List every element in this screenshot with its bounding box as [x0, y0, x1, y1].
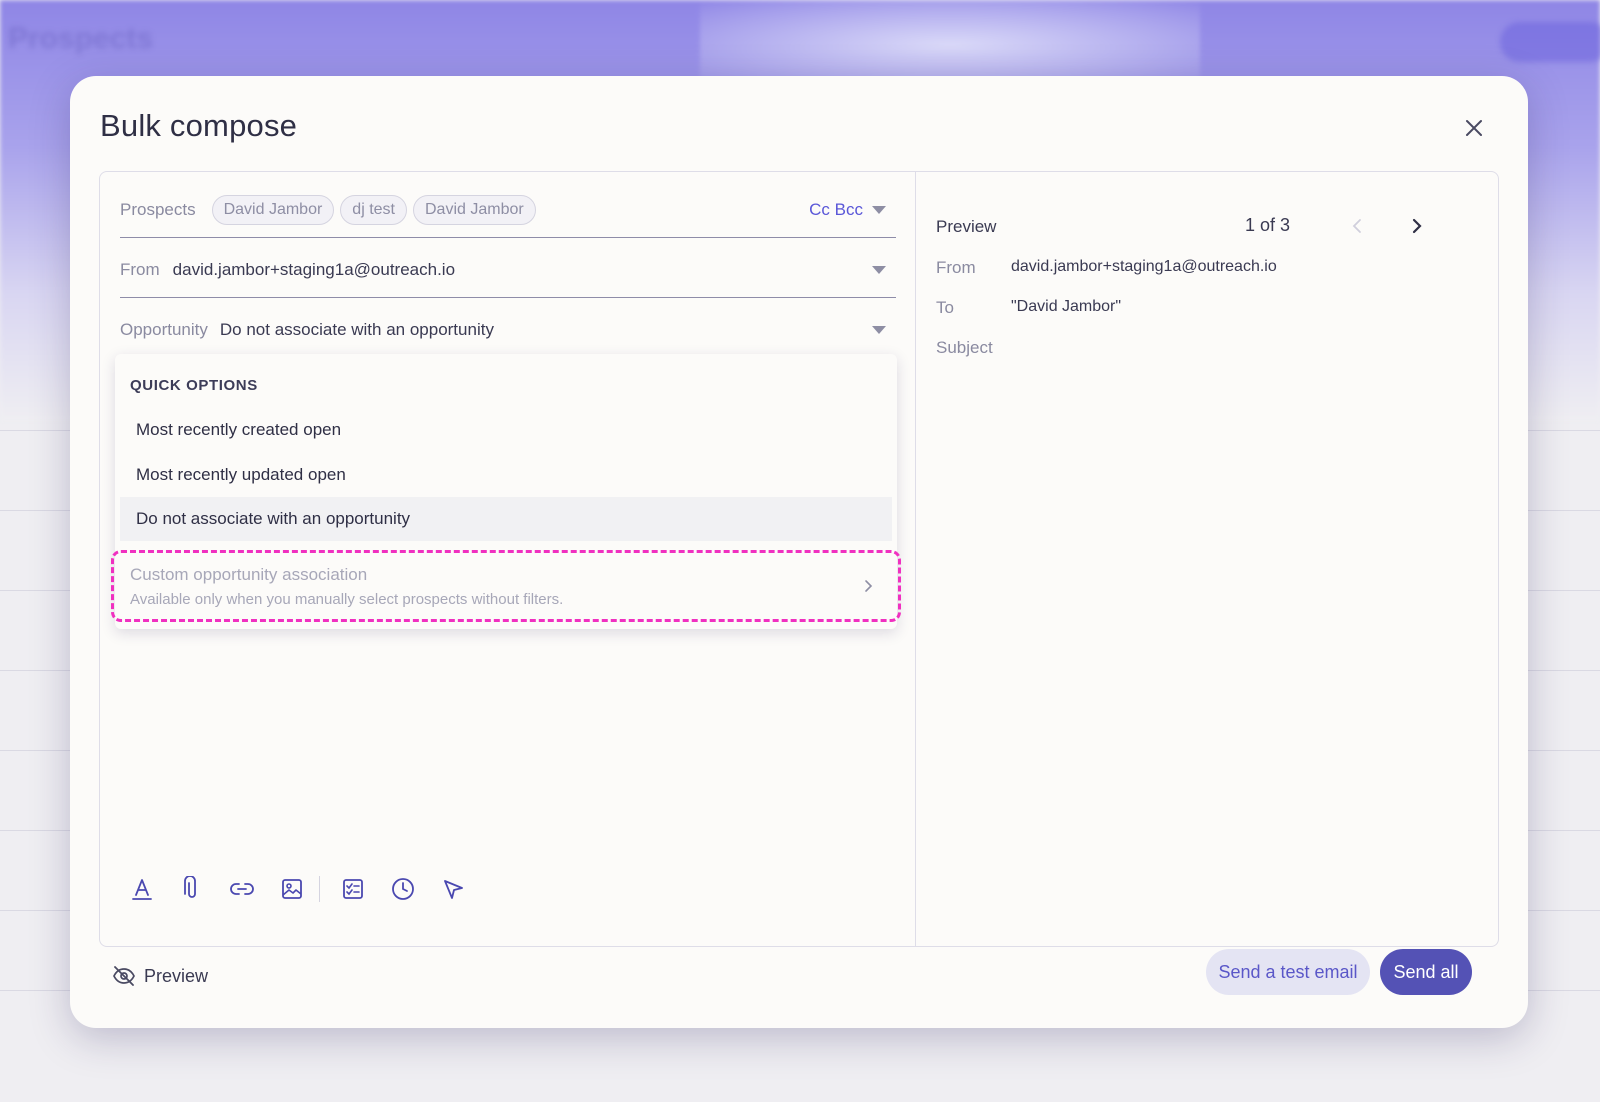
prospects-row[interactable]: Prospects David Jambor dj test David Jam…	[120, 180, 896, 240]
from-value[interactable]: david.jambor+staging1a@outreach.io	[173, 260, 455, 280]
custom-option-title: Custom opportunity association	[130, 565, 368, 584]
preview-toggle-label: Preview	[144, 965, 209, 986]
opportunity-row[interactable]: Opportunity Do not associate with an opp…	[120, 300, 896, 360]
preview-to-value: "David Jambor"	[1011, 298, 1122, 315]
cc-bcc-link[interactable]: Cc Bcc	[809, 200, 863, 220]
opportunity-label: Opportunity	[120, 320, 208, 339]
editor-toolbar	[125, 872, 486, 906]
from-row[interactable]: From david.jambor+staging1a@outreach.io	[120, 240, 896, 300]
panel-divider	[915, 172, 916, 946]
preview-title: Preview	[936, 217, 997, 236]
dropdown-option[interactable]: Most recently created open	[120, 408, 892, 452]
chevron-down-icon[interactable]	[872, 266, 886, 274]
previous-button[interactable]	[1345, 214, 1369, 238]
prospects-label: Prospects	[120, 200, 196, 219]
custom-opportunity-option: Custom opportunity association Available…	[111, 550, 901, 622]
preview-from-value: david.jambor+staging1a@outreach.io	[1011, 258, 1277, 275]
close-icon	[1466, 120, 1482, 136]
row-divider	[120, 297, 896, 298]
chevron-down-icon[interactable]	[872, 326, 886, 334]
preview-page-indicator: 1 of 3	[1245, 215, 1291, 235]
attachment-icon[interactable]	[175, 872, 209, 906]
chevron-left-icon	[1352, 219, 1361, 233]
custom-option-subtitle: Available only when you manually select …	[130, 591, 564, 608]
eye-off-icon	[113, 966, 135, 986]
next-button[interactable]	[1405, 214, 1429, 238]
preview-subject-label: Subject	[936, 338, 993, 357]
clock-icon[interactable]	[386, 872, 420, 906]
link-icon[interactable]	[225, 872, 259, 906]
opportunity-dropdown: QUICK OPTIONS Most recently created open…	[111, 354, 901, 629]
prospect-chip[interactable]: David Jambor	[412, 195, 536, 225]
chevron-down-icon[interactable]	[872, 206, 886, 214]
preview-from-label: From	[936, 258, 976, 277]
opportunity-value[interactable]: Do not associate with an opportunity	[220, 320, 494, 340]
send-test-email-button[interactable]: Send a test email	[1206, 949, 1370, 995]
background-action-button	[1500, 22, 1600, 62]
checklist-icon[interactable]	[336, 872, 370, 906]
from-label: From	[120, 260, 160, 279]
chevron-right-icon	[864, 579, 874, 598]
bulk-compose-modal: Bulk compose Prospects David Jambor dj t…	[70, 76, 1528, 1028]
compose-panel: Prospects David Jambor dj test David Jam…	[99, 171, 1499, 947]
modal-title: Bulk compose	[100, 108, 298, 143]
image-icon[interactable]	[275, 872, 309, 906]
dropdown-option[interactable]: Most recently updated open	[120, 453, 892, 497]
chevron-right-icon	[1412, 218, 1422, 234]
send-cursor-icon[interactable]	[436, 872, 470, 906]
prospect-chip[interactable]: David Jambor	[211, 195, 335, 225]
send-all-button[interactable]: Send all	[1380, 949, 1472, 995]
background-page-title: Prospects	[8, 22, 154, 55]
dropdown-option-selected[interactable]: Do not associate with an opportunity	[120, 497, 892, 541]
toolbar-separator	[319, 876, 320, 902]
preview-to-label: To	[936, 298, 954, 317]
preview-toggle[interactable]: Preview	[112, 961, 208, 991]
close-button[interactable]	[1460, 114, 1488, 142]
prospect-chip[interactable]: dj test	[340, 195, 407, 225]
dropdown-section-header: QUICK OPTIONS	[130, 377, 258, 394]
text-format-icon[interactable]	[125, 872, 159, 906]
row-divider	[120, 237, 896, 238]
